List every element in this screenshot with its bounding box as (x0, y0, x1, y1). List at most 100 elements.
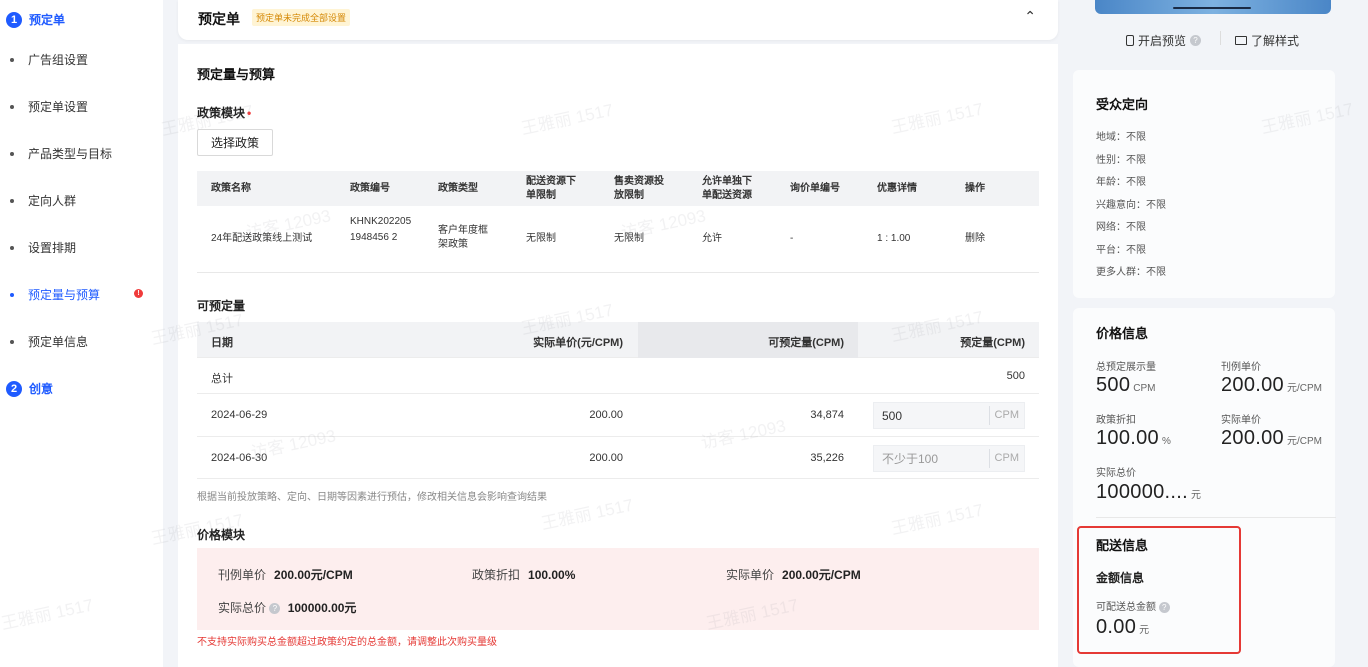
discount-detail: 1 : 1.00 (877, 233, 911, 244)
quantity-input-value: 500 (882, 408, 903, 423)
policy-module-label: 政策模块 (197, 106, 246, 120)
audience-item: 性别：不限 (1096, 155, 1146, 166)
column-header: 允许单独下单配送资源 (702, 176, 752, 201)
list-price-value: 200.00 (1221, 374, 1284, 396)
policy-discount: 政策折扣 100.00% (472, 566, 575, 583)
column-header: 优惠详情 (877, 183, 917, 194)
learn-style-label: 了解样式 (1251, 34, 1300, 48)
step-label-2: 创意 (29, 382, 54, 396)
sidebar-item-label: 预定单设置 (28, 100, 89, 114)
table-header: 政策名称 政策编号 政策类型 配送资源下单限制 售卖资源投放限制 允许单独下单配… (197, 171, 1039, 206)
sidebar: 1 预定单 广告组设置 预定单设置 产品类型与目标 定向人群 设置排期 预定量与… (0, 0, 163, 667)
audience-item: 更多人群：不限 (1096, 267, 1166, 278)
policy-discount-value: 100.00% (528, 568, 576, 582)
column-header: 预定量(CPM) (960, 337, 1025, 349)
sidebar-item-label: 预定单信息 (28, 335, 89, 349)
error-badge-icon: ! (134, 289, 143, 298)
preview-toggle-link[interactable]: 开启预览 ? (1126, 32, 1202, 49)
estimate-note: 根据当前投放策略、定向、日期等因素进行预估，修改相关信息会影响查询结果 (197, 492, 547, 503)
policy-table: 政策名称 政策编号 政策类型 配送资源下单限制 售卖资源投放限制 允许单独下单配… (197, 171, 1039, 273)
bullet-icon (10, 339, 14, 344)
monitor-icon (1235, 36, 1247, 45)
select-policy-button[interactable]: 选择政策 (197, 129, 274, 156)
divider (1220, 31, 1221, 45)
ad-preview-thumbnail[interactable] (1095, 0, 1331, 14)
total-label: 总计 (211, 373, 233, 385)
sidebar-item-order-settings[interactable]: 预定单设置 (10, 98, 88, 115)
column-header: 售卖资源投放限制 (614, 176, 664, 201)
column-header: 政策编号 (350, 183, 390, 194)
row-price: 200.00 (589, 409, 623, 421)
row-available: 34,874 (810, 409, 844, 421)
bullet-icon (10, 151, 14, 156)
total-impressions-label: 总预定展示量 (1096, 362, 1156, 373)
price-module-box: 刊例单价 200.00元/CPM 政策折扣 100.00% 实际单价 200.00元/… (197, 548, 1039, 630)
sidebar-item-label: 设置排期 (28, 241, 77, 255)
column-header: 政策类型 (438, 183, 478, 194)
quantity-input[interactable]: 不少于100 CPM (873, 445, 1025, 472)
step-number-1: 1 (6, 11, 22, 28)
preview-bar (1173, 7, 1251, 9)
quantity-table: 日期 实际单价(元/CPM) 可预定量(CPM) 预定量(CPM) 总计 500… (197, 322, 1039, 479)
actual-price-label: 实际单价 (1221, 415, 1261, 426)
total-value: 100000.... (1096, 481, 1188, 503)
audience-title: 受众定向 (1096, 97, 1149, 112)
step-1-header[interactable]: 1 预定单 (6, 11, 65, 28)
step-number-2: 2 (6, 380, 22, 397)
actual-price: 200.00 元/CPM (1221, 427, 1322, 450)
input-unit: CPM (988, 449, 1024, 468)
chevron-up-icon[interactable]: ⌃ (1024, 8, 1036, 25)
actual-price-value: 200.00元/CPM (782, 568, 861, 582)
input-unit: CPM (988, 406, 1024, 425)
preview-label: 开启预览 (1138, 34, 1187, 48)
actual-price-label: 实际单价 (726, 568, 775, 582)
step-2-header[interactable]: 2 创意 (6, 380, 53, 397)
list-price: 刊例单价 200.00元/CPM (218, 566, 353, 583)
sidebar-item-label: 定向人群 (28, 194, 77, 208)
policy-code: KHNK2022051948456 2 (350, 216, 412, 243)
column-header: 配送资源下单限制 (526, 176, 576, 201)
error-message: 不支持实际购买总金额超过政策约定的总金额，请调整此次购买量级 (197, 637, 497, 648)
table-row: 2024-06-30 200.00 35,226 不少于100 CPM (197, 437, 1039, 479)
column-header: 日期 (211, 337, 233, 349)
list-price-value: 200.00元/CPM (274, 568, 353, 582)
discount: 100.00% (1096, 427, 1171, 450)
unit-label: 元 (1190, 490, 1201, 501)
row-price: 200.00 (589, 452, 623, 464)
bullet-icon (10, 198, 14, 203)
table-row: 24年配送政策线上测试 KHNK2022051948456 2 客户年度框架政策… (197, 206, 1039, 273)
sidebar-item-schedule[interactable]: 设置排期 (10, 239, 76, 256)
total-value: 500 (1006, 370, 1025, 382)
unit-label: % (1161, 436, 1171, 447)
sidebar-item-quantity-budget[interactable]: 预定量与预算 (10, 286, 100, 303)
policy-module-title: 政策模块 • (197, 104, 251, 121)
incomplete-warning-tag: 预定单未完成全部设置 (252, 9, 351, 26)
delete-link[interactable]: 删除 (965, 232, 985, 246)
audience-item: 地域：不限 (1096, 132, 1146, 143)
total-price: 实际总价 ? 100000.00元 (218, 599, 356, 616)
sidebar-item-label: 预定量与预算 (28, 288, 101, 302)
total-label: 实际总价 (1096, 468, 1136, 479)
allow-separate: 允许 (702, 233, 722, 244)
order-header-card: 预定单 预定单未完成全部设置 ⌃ (178, 0, 1058, 40)
row-date: 2024-06-30 (211, 452, 268, 464)
learn-style-link[interactable]: 了解样式 (1235, 32, 1299, 49)
total: 100000.... 元 (1096, 481, 1201, 504)
sidebar-item-order-info[interactable]: 预定单信息 (10, 333, 88, 350)
sidebar-item-targeting[interactable]: 定向人群 (10, 192, 76, 209)
help-icon[interactable]: ? (269, 603, 281, 615)
sidebar-item-ad-group[interactable]: 广告组设置 (10, 51, 88, 68)
inquiry-number: - (790, 233, 794, 244)
quantity-input[interactable]: 500 CPM (873, 402, 1025, 429)
sidebar-item-product-type[interactable]: 产品类型与目标 (10, 145, 112, 162)
bullet-icon (10, 245, 14, 250)
unit-label: 元/CPM (1286, 383, 1322, 394)
column-header: 操作 (965, 183, 985, 194)
total-row: 总计 500 (197, 358, 1039, 394)
required-mark: • (247, 106, 252, 120)
help-icon[interactable]: ? (1190, 35, 1202, 46)
total-price-value: 100000.00元 (287, 601, 357, 615)
section-title: 预定量与预算 (197, 67, 276, 82)
quantity-input-placeholder: 不少于100 (882, 452, 939, 466)
table-row: 2024-06-29 200.00 34,874 500 CPM (197, 394, 1039, 437)
